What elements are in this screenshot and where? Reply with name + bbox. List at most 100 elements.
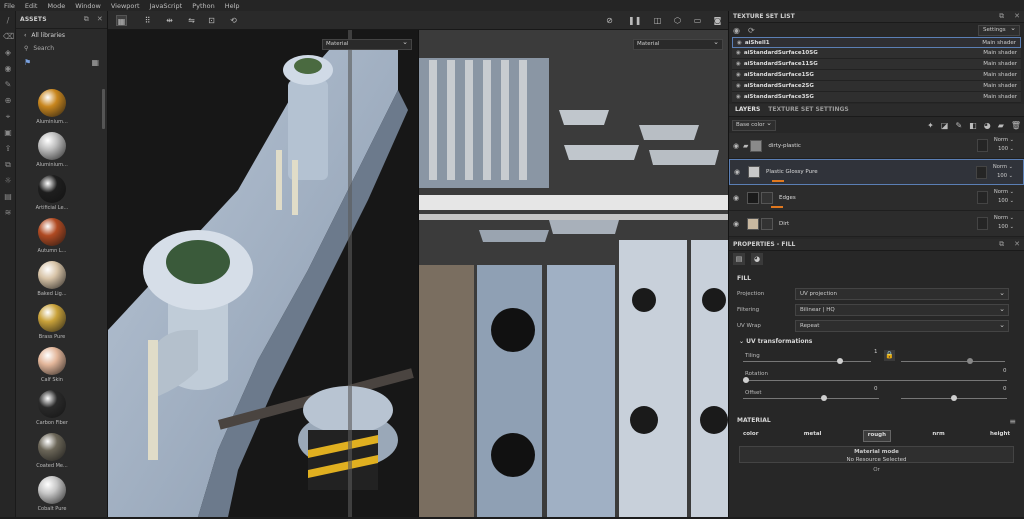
channel-toggle-rough[interactable]: rough xyxy=(862,430,891,442)
offset-v-slider-knob[interactable] xyxy=(951,395,957,401)
eye-icon[interactable]: ◉ xyxy=(730,168,744,176)
viewport-3d-mode-select[interactable]: Material xyxy=(322,38,412,50)
material-sphere-icon[interactable]: ◕ xyxy=(751,253,763,265)
menu-icon[interactable]: ≡ xyxy=(1009,417,1016,426)
texture-set-row[interactable]: ◉ aiStandardSurface3SG Main shader xyxy=(732,92,1021,103)
search-input[interactable]: ⚲ Search xyxy=(16,42,107,55)
layer-row[interactable]: ◉ Plastic Glossy Pure Norm ⌄ 100 ⌄ xyxy=(729,159,1024,185)
library-selector[interactable]: ‹ All libraries xyxy=(16,29,107,42)
uv-grid-icon[interactable]: ⠿ xyxy=(142,15,153,26)
eraser-icon[interactable]: ⌫ xyxy=(3,33,14,41)
float-icon[interactable]: ⧉ xyxy=(999,12,1004,21)
eye-icon[interactable]: ◉ xyxy=(737,40,742,46)
menu-edit[interactable]: Edit xyxy=(25,2,38,10)
layer-mask-slot[interactable] xyxy=(977,139,988,152)
history-icon[interactable]: ⟲ xyxy=(228,15,239,26)
grid-select-icon[interactable]: ▦ xyxy=(116,15,127,26)
add-smart-material-icon[interactable]: ◕ xyxy=(984,121,991,130)
add-folder-icon[interactable]: ▰ xyxy=(998,121,1004,130)
display-icon[interactable]: ▭ xyxy=(692,15,703,26)
channel-toggle-height[interactable]: height xyxy=(986,430,1014,442)
close-icon[interactable]: ✕ xyxy=(97,15,103,24)
blend-mode[interactable]: Norm xyxy=(994,137,1008,143)
layer-mask-slot[interactable] xyxy=(976,165,987,179)
camera-cube-icon[interactable]: ⬡ xyxy=(672,15,683,26)
uv-transformations-header[interactable]: ⌄ UV transformations xyxy=(729,334,1024,349)
texture-set-row[interactable]: ◉ aiStandardSurface2SG Main shader xyxy=(732,81,1021,92)
symmetry-icon[interactable]: ⇹ xyxy=(164,15,175,26)
viewport-2d[interactable]: Material xyxy=(418,30,728,517)
paint-brush-icon[interactable]: / xyxy=(3,17,13,25)
eye-icon[interactable]: ◉ xyxy=(736,83,741,89)
menu-javascript[interactable]: JavaScript xyxy=(150,2,183,10)
offset-u-slider-knob[interactable] xyxy=(821,395,827,401)
texture-set-row[interactable]: ◉ aiStandardSurface1SG Main shader xyxy=(732,70,1021,81)
refresh-icon[interactable]: ⟳ xyxy=(748,26,755,35)
eye-icon[interactable]: ◉ xyxy=(736,94,741,100)
texture-set-row[interactable]: ◉ aiStandardSurface10SG Main shader xyxy=(732,48,1021,59)
filter-icon[interactable]: ⚑ xyxy=(24,58,31,67)
split-view-icon[interactable]: ◫ xyxy=(652,15,663,26)
asset-item[interactable]: Coated Me... xyxy=(2,433,102,476)
screenshot-icon[interactable]: ◙ xyxy=(712,15,723,26)
float-icon[interactable]: ⧉ xyxy=(999,240,1004,249)
asset-item[interactable]: Autumn L... xyxy=(2,218,102,261)
eye-icon[interactable]: ◉ xyxy=(736,50,741,56)
blend-mode[interactable]: Norm xyxy=(994,215,1008,221)
layer-row[interactable]: ◉ Dirt Norm ⌄ 100 ⌄ xyxy=(729,211,1024,237)
menu-file[interactable]: File xyxy=(4,2,15,10)
layer-mask-slot[interactable] xyxy=(977,191,988,204)
close-icon[interactable]: ✕ xyxy=(1014,240,1020,249)
lock-icon[interactable]: 🔒 xyxy=(884,350,895,361)
add-mask-icon[interactable]: ◪ xyxy=(941,121,949,130)
tiling-v-slider[interactable] xyxy=(901,361,1005,362)
delete-icon[interactable]: 🗑 xyxy=(1011,121,1021,130)
menu-viewport[interactable]: Viewport xyxy=(111,2,140,10)
assets-scrollbar[interactable] xyxy=(102,89,105,129)
menu-help[interactable]: Help xyxy=(225,2,240,10)
smudge-icon[interactable]: ✎ xyxy=(3,81,13,89)
tiling-slider[interactable] xyxy=(743,361,871,362)
tiling-v-slider-knob[interactable] xyxy=(967,358,973,364)
rotation-slider[interactable] xyxy=(743,380,1007,381)
blend-mode[interactable]: Norm xyxy=(993,164,1007,170)
texture-set-row[interactable]: ◉ aiShell1 Main shader xyxy=(732,37,1021,48)
menu-mode[interactable]: Mode xyxy=(47,2,65,10)
eye-icon[interactable]: ◉ xyxy=(729,142,743,150)
float-icon[interactable]: ⧉ xyxy=(84,15,89,24)
asset-item[interactable]: Aluminium... xyxy=(2,132,102,175)
opacity-value[interactable]: 100 xyxy=(998,146,1008,152)
viewport-3d[interactable]: Material xyxy=(108,30,418,517)
uvwrap-select[interactable]: Repeat xyxy=(795,320,1009,332)
add-paint-layer-icon[interactable]: ✎ xyxy=(955,121,962,130)
texture-set-row[interactable]: ◉ aiStandardSurface11SG Main shader xyxy=(732,59,1021,70)
add-fill-layer-icon[interactable]: ◧ xyxy=(969,121,977,130)
channel-toggle-metal[interactable]: metal xyxy=(800,430,826,442)
settings-dropdown[interactable]: Settings xyxy=(978,24,1020,36)
opacity-value[interactable]: 100 xyxy=(998,224,1008,230)
mirror-icon[interactable]: ⇋ xyxy=(186,15,197,26)
grid-view-icon[interactable]: ▦ xyxy=(91,58,99,67)
pause-icon[interactable]: ❚❚ xyxy=(628,15,641,26)
opacity-value[interactable]: 100 xyxy=(998,198,1008,204)
asset-item[interactable]: Brass Pure xyxy=(2,304,102,347)
projection-icon[interactable]: ◈ xyxy=(3,49,13,57)
visibility-off-icon[interactable]: ⊘ xyxy=(604,15,615,26)
channel-toggle-nrm[interactable]: nrm xyxy=(928,430,948,442)
eye-icon[interactable]: ◉ xyxy=(733,26,740,35)
menu-window[interactable]: Window xyxy=(75,2,101,10)
offset-u-slider[interactable] xyxy=(743,398,879,399)
close-icon[interactable]: ✕ xyxy=(1014,12,1020,21)
material-mode-box[interactable]: Material mode No Resource Selected xyxy=(739,446,1014,463)
add-effect-icon[interactable]: ✦ xyxy=(927,121,934,130)
geometry-mask-icon[interactable]: ◉ xyxy=(3,65,13,73)
asset-item[interactable]: Cobalt Pure xyxy=(2,476,102,519)
asset-item[interactable]: Carbon Fiber xyxy=(2,390,102,433)
eye-icon[interactable]: ◉ xyxy=(729,220,743,228)
asset-item[interactable]: Baked Lig... xyxy=(2,261,102,304)
asset-item[interactable]: Artificial Le... xyxy=(2,175,102,218)
layer-row[interactable]: ◉ ▰ dirty-plastic Norm ⌄ 100 ⌄ xyxy=(729,133,1024,159)
frame-icon[interactable]: ⊡ xyxy=(206,15,217,26)
eye-icon[interactable]: ◉ xyxy=(736,72,741,78)
asset-item[interactable]: Aluminium... xyxy=(2,89,102,132)
